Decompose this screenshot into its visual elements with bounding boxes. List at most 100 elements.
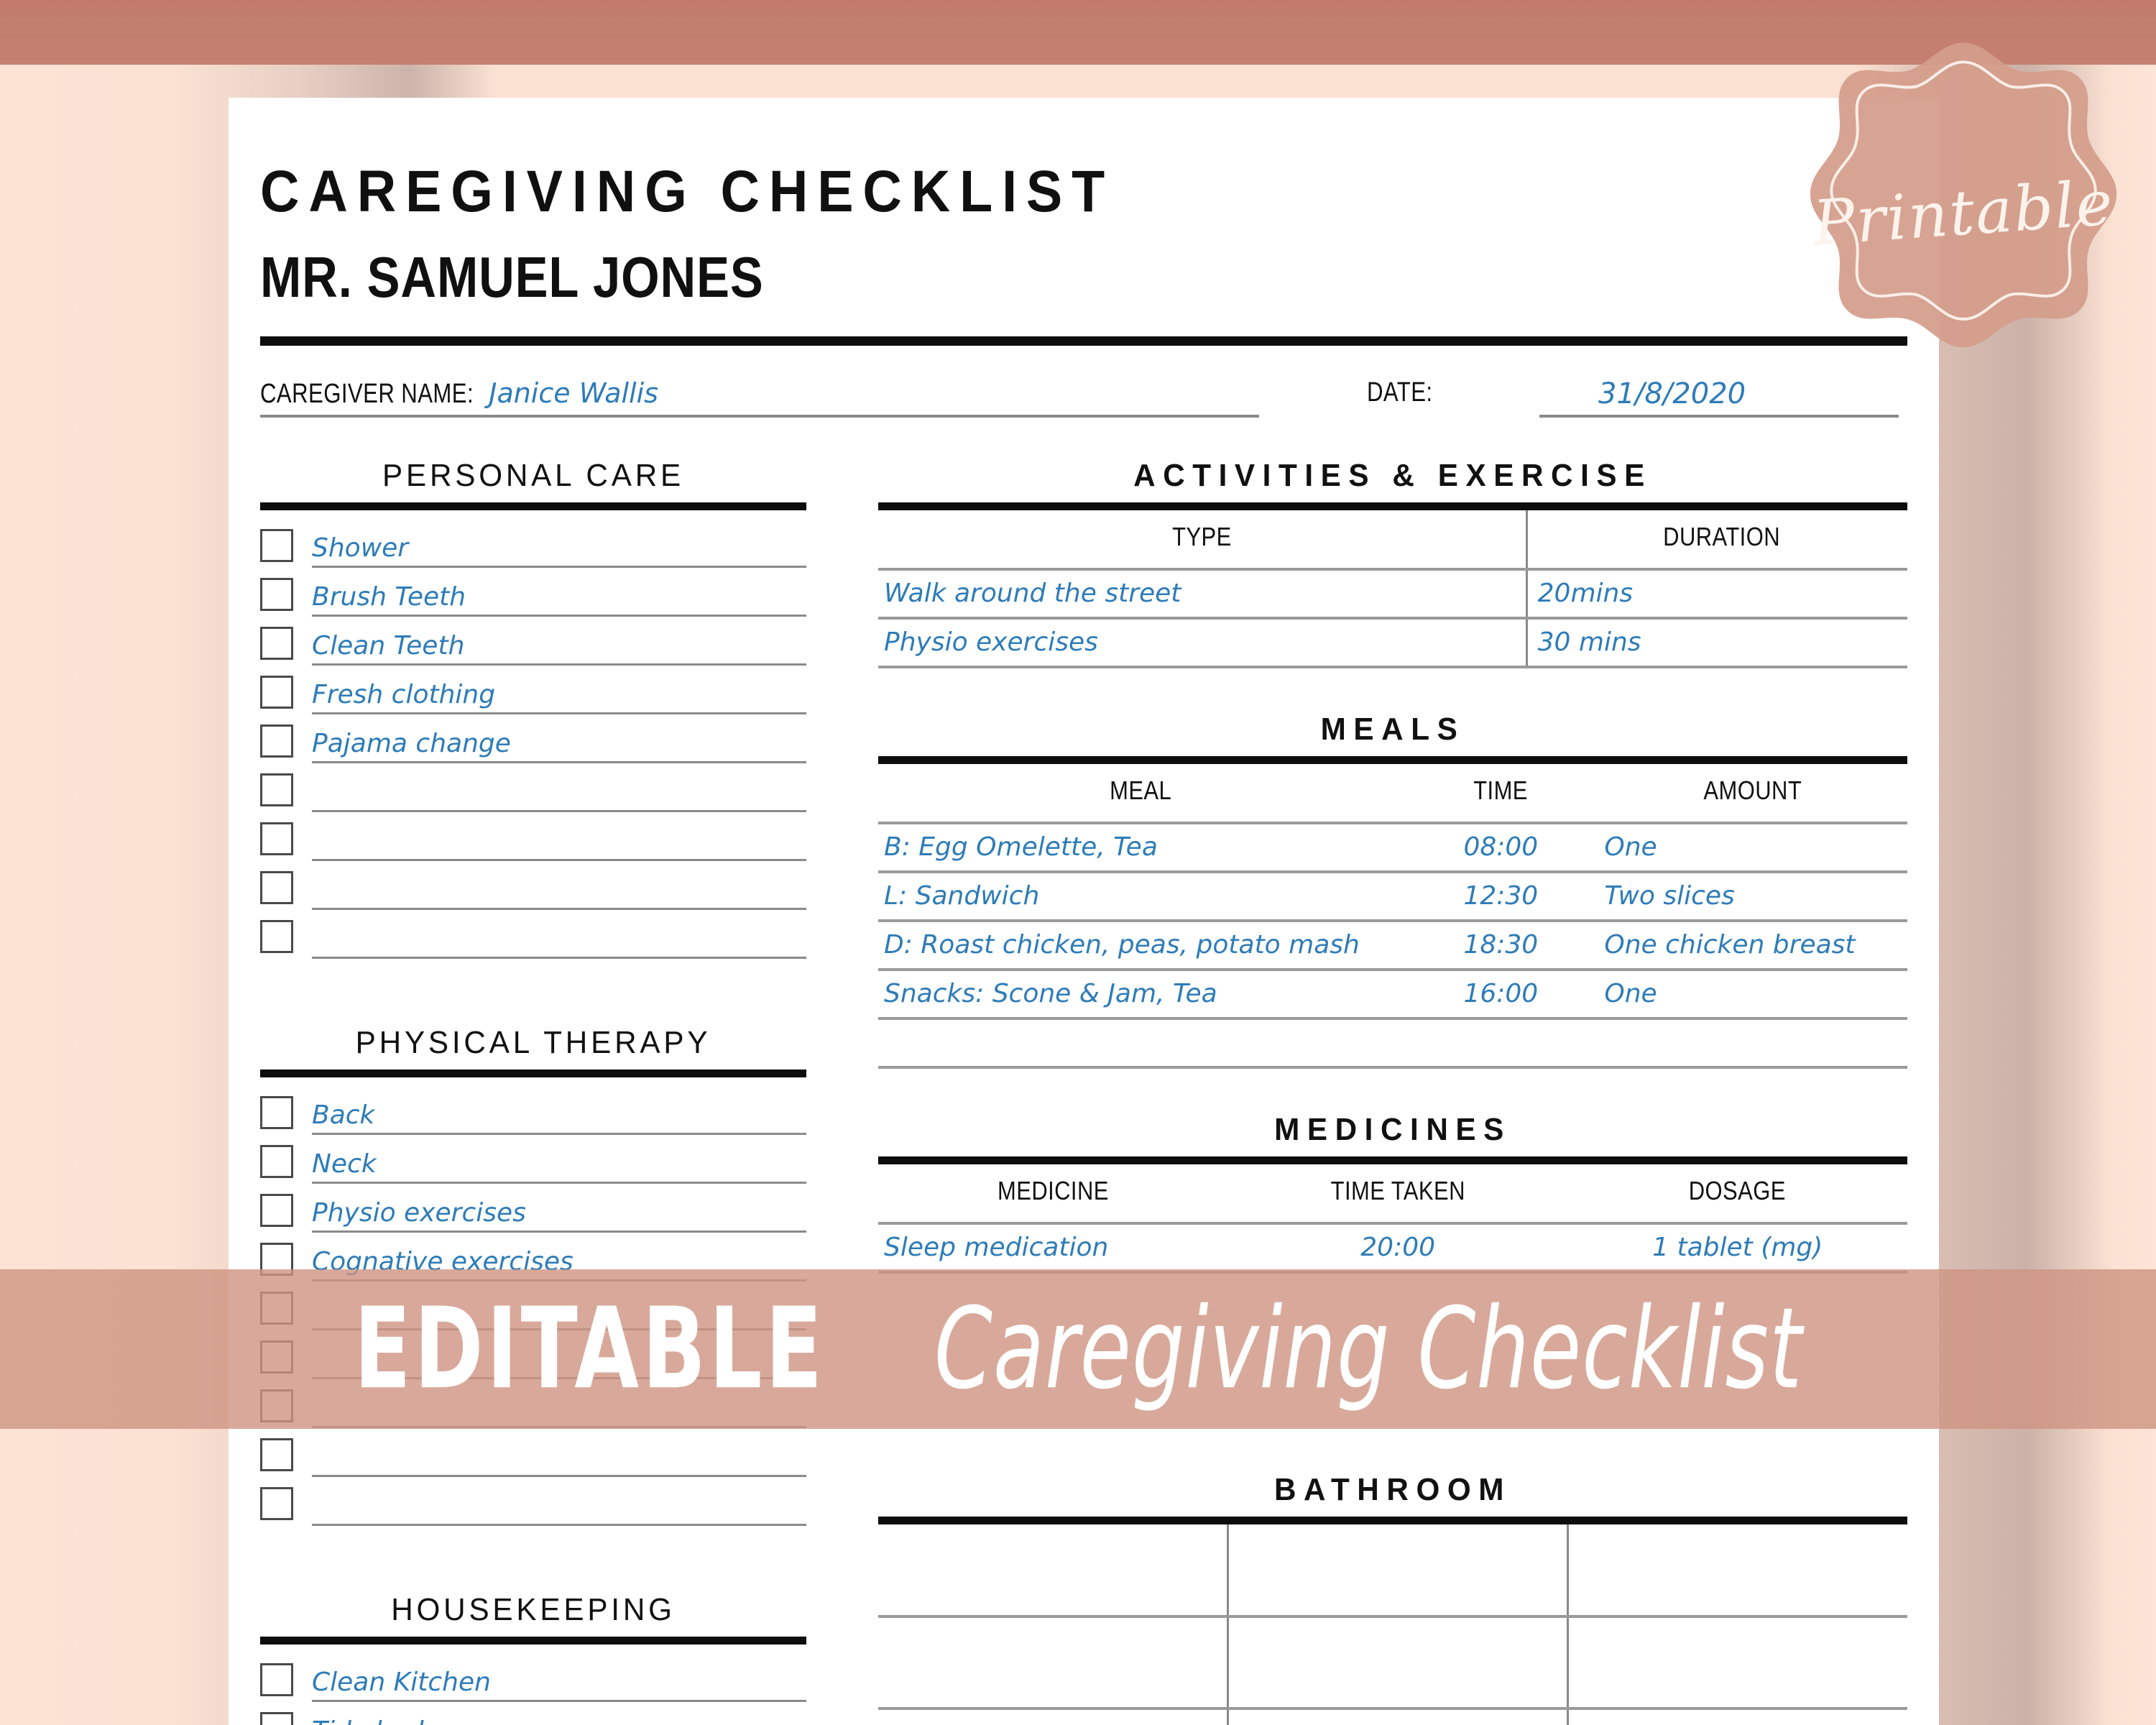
col-header-type: TYPE bbox=[1172, 522, 1232, 551]
checkbox-icon[interactable] bbox=[260, 1194, 293, 1227]
meal-amount: One bbox=[1604, 979, 1657, 1008]
list-item-label: Pajama change bbox=[312, 729, 511, 758]
checkbox-icon[interactable] bbox=[260, 871, 293, 904]
list-item[interactable] bbox=[260, 1428, 806, 1477]
table-row[interactable] bbox=[878, 1615, 1907, 1708]
checkbox-icon[interactable] bbox=[260, 724, 293, 758]
list-item[interactable] bbox=[260, 763, 806, 812]
checkbox-icon[interactable] bbox=[260, 627, 293, 660]
section-housekeeping: HOUSEKEEPING Clean Kitchen Tidy bedroom … bbox=[260, 1592, 806, 1725]
housekeeping-heading: HOUSEKEEPING bbox=[391, 1592, 676, 1627]
list-item[interactable]: Brush Teeth bbox=[260, 568, 806, 617]
checkbox-icon[interactable] bbox=[260, 822, 293, 855]
medicine-time-taken: 20:00 bbox=[1360, 1233, 1436, 1262]
right-column: ACTIVITIES & EXERCISE TYPE DURATION Walk… bbox=[878, 458, 1907, 1725]
date-label: DATE: bbox=[1367, 377, 1433, 408]
table-row[interactable]: Snacks: Scone & Jam, Tea 16:00 One bbox=[878, 968, 1907, 1018]
checkbox-icon[interactable] bbox=[260, 920, 293, 953]
page-subtitle: MR. SAMUEL JONES bbox=[260, 245, 764, 309]
checklist-page: CAREGIVING CHECKLIST MR. SAMUEL JONES CA… bbox=[229, 98, 1939, 1725]
activity-type: Physio exercises bbox=[884, 627, 1098, 657]
table-row[interactable]: Sleep medication 20:00 1 tablet (mg) bbox=[878, 1222, 1907, 1274]
table-row[interactable] bbox=[878, 1524, 1907, 1616]
medicines-table: MEDICINE TIME TAKEN DOSAGE Sleep medicat… bbox=[878, 1164, 1907, 1274]
meal-name: L: Sandwich bbox=[884, 881, 1040, 911]
table-row[interactable]: Walk around the street 20mins bbox=[878, 568, 1907, 618]
col-header-time-taken: TIME TAKEN bbox=[1330, 1176, 1465, 1205]
meals-heading: MEALS bbox=[1320, 712, 1465, 747]
checkbox-icon[interactable] bbox=[260, 773, 293, 806]
top-accent-bar-secondary bbox=[0, 37, 2156, 65]
list-item[interactable]: Clean Kitchen bbox=[260, 1653, 806, 1702]
list-item[interactable]: Tidy bedroom bbox=[260, 1702, 806, 1725]
bathroom-divider bbox=[878, 1517, 1907, 1524]
meal-time: 12:30 bbox=[1463, 881, 1539, 911]
list-item[interactable]: Shower bbox=[260, 519, 806, 568]
list-item[interactable]: Back bbox=[260, 1086, 806, 1135]
physical-therapy-heading: PHYSICAL THERAPY bbox=[355, 1025, 711, 1060]
activities-heading: ACTIVITIES & EXERCISE bbox=[1133, 458, 1652, 493]
list-item[interactable] bbox=[260, 1477, 806, 1526]
col-header-meal: MEAL bbox=[1110, 776, 1172, 805]
banner-emphasis: EDITABLE bbox=[354, 1284, 826, 1414]
medicines-divider bbox=[878, 1156, 1907, 1164]
table-row[interactable]: D: Roast chicken, peas, potato mash 18:3… bbox=[878, 919, 1907, 970]
table-row[interactable]: B: Egg Omelette, Tea 08:00 One bbox=[878, 822, 1907, 872]
date-label-wrap: DATE: bbox=[1259, 377, 1539, 418]
table-row[interactable] bbox=[878, 1017, 1907, 1069]
header-divider bbox=[260, 336, 1907, 346]
list-item[interactable]: Pajama change bbox=[260, 714, 806, 763]
section-medicines: MEDICINES MEDICINE TIME TAKEN DOSAGE Sle… bbox=[878, 1112, 1907, 1274]
meal-amount: One bbox=[1604, 832, 1657, 862]
checkbox-icon[interactable] bbox=[260, 1712, 293, 1725]
checkbox-icon[interactable] bbox=[260, 529, 293, 562]
col-header-time: TIME bbox=[1473, 776, 1529, 805]
section-meals: MEALS MEAL TIME AMOUNT B: Egg Omelette, … bbox=[878, 712, 1907, 1069]
housekeeping-divider bbox=[260, 1637, 806, 1644]
bathroom-heading: BATHROOM bbox=[1273, 1472, 1512, 1507]
table-row[interactable]: Physio exercises 30 mins bbox=[878, 617, 1907, 668]
checkbox-icon[interactable] bbox=[260, 578, 293, 611]
medicine-name: Sleep medication bbox=[884, 1233, 1109, 1262]
section-activities: ACTIVITIES & EXERCISE TYPE DURATION Walk… bbox=[878, 458, 1907, 668]
activities-table: TYPE DURATION Walk around the street 20m… bbox=[878, 510, 1907, 668]
checkbox-icon[interactable] bbox=[260, 1096, 293, 1129]
list-item[interactable]: Clean Teeth bbox=[260, 617, 806, 666]
col-header-dosage: DOSAGE bbox=[1689, 1176, 1787, 1205]
col-header-duration: DURATION bbox=[1552, 510, 1881, 569]
meal-name: Snacks: Scone & Jam, Tea bbox=[884, 979, 1217, 1008]
section-bathroom: BATHROOM bbox=[878, 1472, 1907, 1725]
list-item[interactable]: Physio exercises bbox=[260, 1184, 806, 1233]
table-row[interactable]: L: Sandwich 12:30 Two slices bbox=[878, 870, 1907, 921]
list-item-label: Clean Kitchen bbox=[312, 1668, 491, 1697]
col-header-medicine: MEDICINE bbox=[998, 1176, 1109, 1205]
table-row[interactable] bbox=[878, 1707, 1907, 1725]
checkbox-icon[interactable] bbox=[260, 1487, 293, 1520]
list-item[interactable] bbox=[260, 910, 806, 959]
list-item[interactable]: Neck bbox=[260, 1135, 806, 1184]
personal-care-heading: PERSONAL CARE bbox=[382, 458, 684, 493]
bathroom-table bbox=[878, 1524, 1907, 1725]
meal-time: 18:30 bbox=[1463, 930, 1539, 960]
caregiver-name-field[interactable]: CAREGIVER NAME: Janice Wallis bbox=[260, 377, 1259, 418]
table-header-row: MEDICINE TIME TAKEN DOSAGE bbox=[878, 1164, 1907, 1223]
list-item[interactable] bbox=[260, 861, 806, 910]
checkbox-icon[interactable] bbox=[260, 1663, 293, 1696]
list-item-label: Clean Teeth bbox=[312, 631, 465, 661]
physical-therapy-divider bbox=[260, 1070, 806, 1077]
list-item-label: Shower bbox=[312, 533, 409, 563]
list-item-label: Neck bbox=[312, 1149, 377, 1179]
checkbox-icon[interactable] bbox=[260, 1438, 293, 1471]
list-item[interactable] bbox=[260, 812, 806, 861]
caregiver-name-value: Janice Wallis bbox=[489, 377, 658, 409]
checkbox-icon[interactable] bbox=[260, 1145, 293, 1178]
table-header-row: MEAL TIME AMOUNT bbox=[878, 764, 1907, 823]
section-personal-care: PERSONAL CARE Shower Brush Teeth Clean T… bbox=[260, 458, 806, 959]
checkbox-icon[interactable] bbox=[260, 676, 293, 709]
meal-time: 08:00 bbox=[1463, 832, 1539, 862]
medicines-heading: MEDICINES bbox=[1274, 1112, 1511, 1147]
meal-name: B: Egg Omelette, Tea bbox=[884, 832, 1158, 862]
meal-amount: One chicken breast bbox=[1604, 930, 1856, 960]
list-item[interactable]: Fresh clothing bbox=[260, 666, 806, 714]
date-field[interactable]: 31/8/2020 bbox=[1539, 377, 1899, 418]
